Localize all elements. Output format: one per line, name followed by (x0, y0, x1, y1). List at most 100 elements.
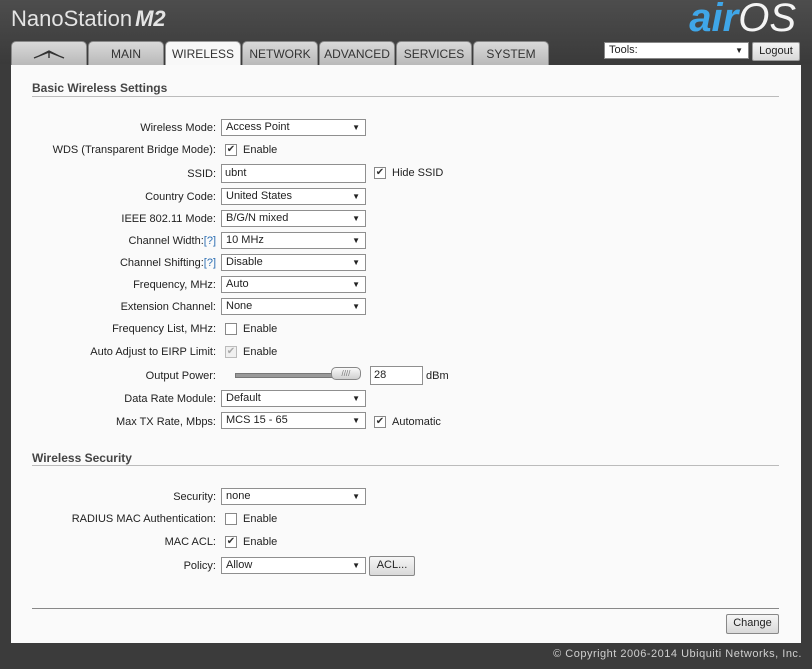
ssid-input[interactable]: ubnt (221, 164, 366, 183)
checkmark-icon: ✔ (226, 144, 236, 155)
tools-select-value: Tools: (609, 44, 638, 56)
max-tx-automatic-checkbox[interactable]: ✔ (374, 416, 386, 428)
policy-label: Policy: (183, 560, 216, 572)
tab-main[interactable]: MAIN (88, 41, 164, 65)
mac-acl-enable-label: Enable (243, 536, 278, 548)
tab-logo[interactable] (11, 41, 87, 65)
channel-width-select[interactable]: 10 MHz ▼ (221, 232, 366, 249)
checkmark-icon: ✔ (226, 536, 236, 547)
eirp-label: Auto Adjust to EIRP Limit: (90, 346, 216, 358)
ieee-mode-value: B/G/N mixed (226, 212, 289, 224)
wds-checkbox[interactable]: ✔ (225, 144, 237, 156)
max-tx-label: Max TX Rate, Mbps: (115, 416, 216, 428)
channel-width-label: Channel Width:[?] (129, 235, 216, 247)
chevron-down-icon: ▼ (352, 123, 360, 132)
logout-button[interactable]: Logout (752, 42, 800, 61)
acl-button[interactable]: ACL... (369, 556, 415, 576)
radius-mac-checkbox[interactable] (225, 513, 237, 525)
tab-services[interactable]: SERVICES (396, 41, 472, 65)
frequency-label: Frequency, MHz: (133, 279, 216, 291)
chevron-down-icon: ▼ (352, 416, 360, 425)
frequency-select[interactable]: Auto ▼ (221, 276, 366, 293)
tab-system-label: SYSTEM (486, 47, 536, 61)
content-panel: Basic Wireless Settings Wireless Mode: A… (11, 65, 801, 643)
country-code-value: United States (226, 190, 293, 202)
basic-section-divider (32, 96, 779, 97)
mac-acl-label: MAC ACL: (164, 536, 216, 548)
hide-ssid-label: Hide SSID (392, 167, 444, 179)
chevron-down-icon: ▼ (352, 214, 360, 223)
country-code-select[interactable]: United States ▼ (221, 188, 366, 205)
tab-wireless-label: WIRELESS (171, 47, 234, 61)
output-power-unit: dBm (426, 370, 449, 382)
wireless-mode-select[interactable]: Access Point ▼ (221, 119, 366, 136)
wds-label: WDS (Transparent Bridge Mode): (52, 144, 216, 156)
tools-select[interactable]: Tools: ▼ (604, 42, 749, 59)
output-power-slider-handle[interactable]: //// (330, 367, 361, 380)
product-model: M2 (135, 6, 166, 31)
tab-services-label: SERVICES (403, 47, 465, 61)
mac-acl-checkbox[interactable]: ✔ (225, 536, 237, 548)
country-code-label: Country Code: (145, 191, 216, 203)
output-power-label: Output Power: (145, 370, 216, 382)
max-tx-value: MCS 15 - 65 (226, 414, 288, 426)
wds-enable-label: Enable (243, 144, 278, 156)
radius-mac-enable-label: Enable (243, 513, 278, 525)
basic-section-title: Basic Wireless Settings (32, 81, 168, 95)
chevron-down-icon: ▼ (352, 561, 360, 570)
tab-network[interactable]: NETWORK (242, 41, 318, 65)
chevron-down-icon: ▼ (352, 280, 360, 289)
data-rate-value: Default (226, 392, 261, 404)
max-tx-automatic-label: Automatic (392, 416, 441, 428)
ubiquiti-logo-icon (33, 50, 65, 59)
chevron-down-icon: ▼ (352, 492, 360, 501)
tab-network-label: NETWORK (249, 47, 311, 61)
chevron-down-icon: ▼ (352, 236, 360, 245)
wireless-mode-label: Wireless Mode: (140, 122, 216, 134)
tab-advanced[interactable]: ADVANCED (319, 41, 395, 65)
data-rate-select[interactable]: Default ▼ (221, 390, 366, 407)
frequency-list-checkbox[interactable] (225, 323, 237, 335)
ieee-mode-select[interactable]: B/G/N mixed ▼ (221, 210, 366, 227)
form-footer-divider (32, 608, 779, 609)
airos-logo: airOS (689, 0, 796, 41)
security-select[interactable]: none ▼ (221, 488, 366, 505)
security-label: Security: (173, 491, 216, 503)
channel-shifting-select[interactable]: Disable ▼ (221, 254, 366, 271)
channel-shifting-label-text: Channel Shifting: (119, 257, 204, 269)
product-name: NanoStation M2 (11, 6, 166, 32)
channel-width-help-link[interactable]: [?] (204, 235, 216, 247)
chevron-down-icon: ▼ (735, 46, 743, 55)
tab-wireless[interactable]: WIRELESS (165, 41, 241, 67)
chevron-down-icon: ▼ (352, 394, 360, 403)
ssid-label: SSID: (187, 168, 216, 180)
channel-shifting-value: Disable (226, 256, 263, 268)
extension-channel-select[interactable]: None ▼ (221, 298, 366, 315)
tab-advanced-label: ADVANCED (324, 47, 390, 61)
wireless-mode-value: Access Point (226, 121, 290, 133)
checkmark-icon: ✔ (375, 167, 385, 178)
hide-ssid-checkbox[interactable]: ✔ (374, 167, 386, 179)
airos-logo-air: air (689, 0, 739, 40)
tab-main-label: MAIN (111, 47, 141, 61)
policy-select[interactable]: Allow ▼ (221, 557, 366, 574)
copyright-text: © Copyright 2006-2014 Ubiquiti Networks,… (553, 648, 802, 660)
product-label: NanoStation (11, 6, 133, 31)
max-tx-select[interactable]: MCS 15 - 65 ▼ (221, 412, 366, 429)
airos-logo-os: OS (738, 0, 796, 40)
extension-channel-label: Extension Channel: (120, 301, 216, 313)
channel-shifting-label: Channel Shifting:[?] (120, 257, 216, 269)
checkmark-icon: ✔ (226, 346, 236, 357)
radius-mac-label: RADIUS MAC Authentication: (71, 513, 216, 525)
frequency-value: Auto (226, 278, 249, 290)
change-button[interactable]: Change (726, 614, 779, 634)
frequency-list-label: Frequency List, MHz: (112, 323, 216, 335)
channel-width-value: 10 MHz (226, 234, 264, 246)
eirp-checkbox[interactable]: ✔ (225, 346, 237, 358)
checkmark-icon: ✔ (375, 416, 385, 427)
channel-shifting-help-link[interactable]: [?] (204, 257, 216, 269)
chevron-down-icon: ▼ (352, 258, 360, 267)
tab-system[interactable]: SYSTEM (473, 41, 549, 65)
security-value: none (226, 490, 251, 502)
output-power-input[interactable]: 28 (370, 366, 423, 385)
